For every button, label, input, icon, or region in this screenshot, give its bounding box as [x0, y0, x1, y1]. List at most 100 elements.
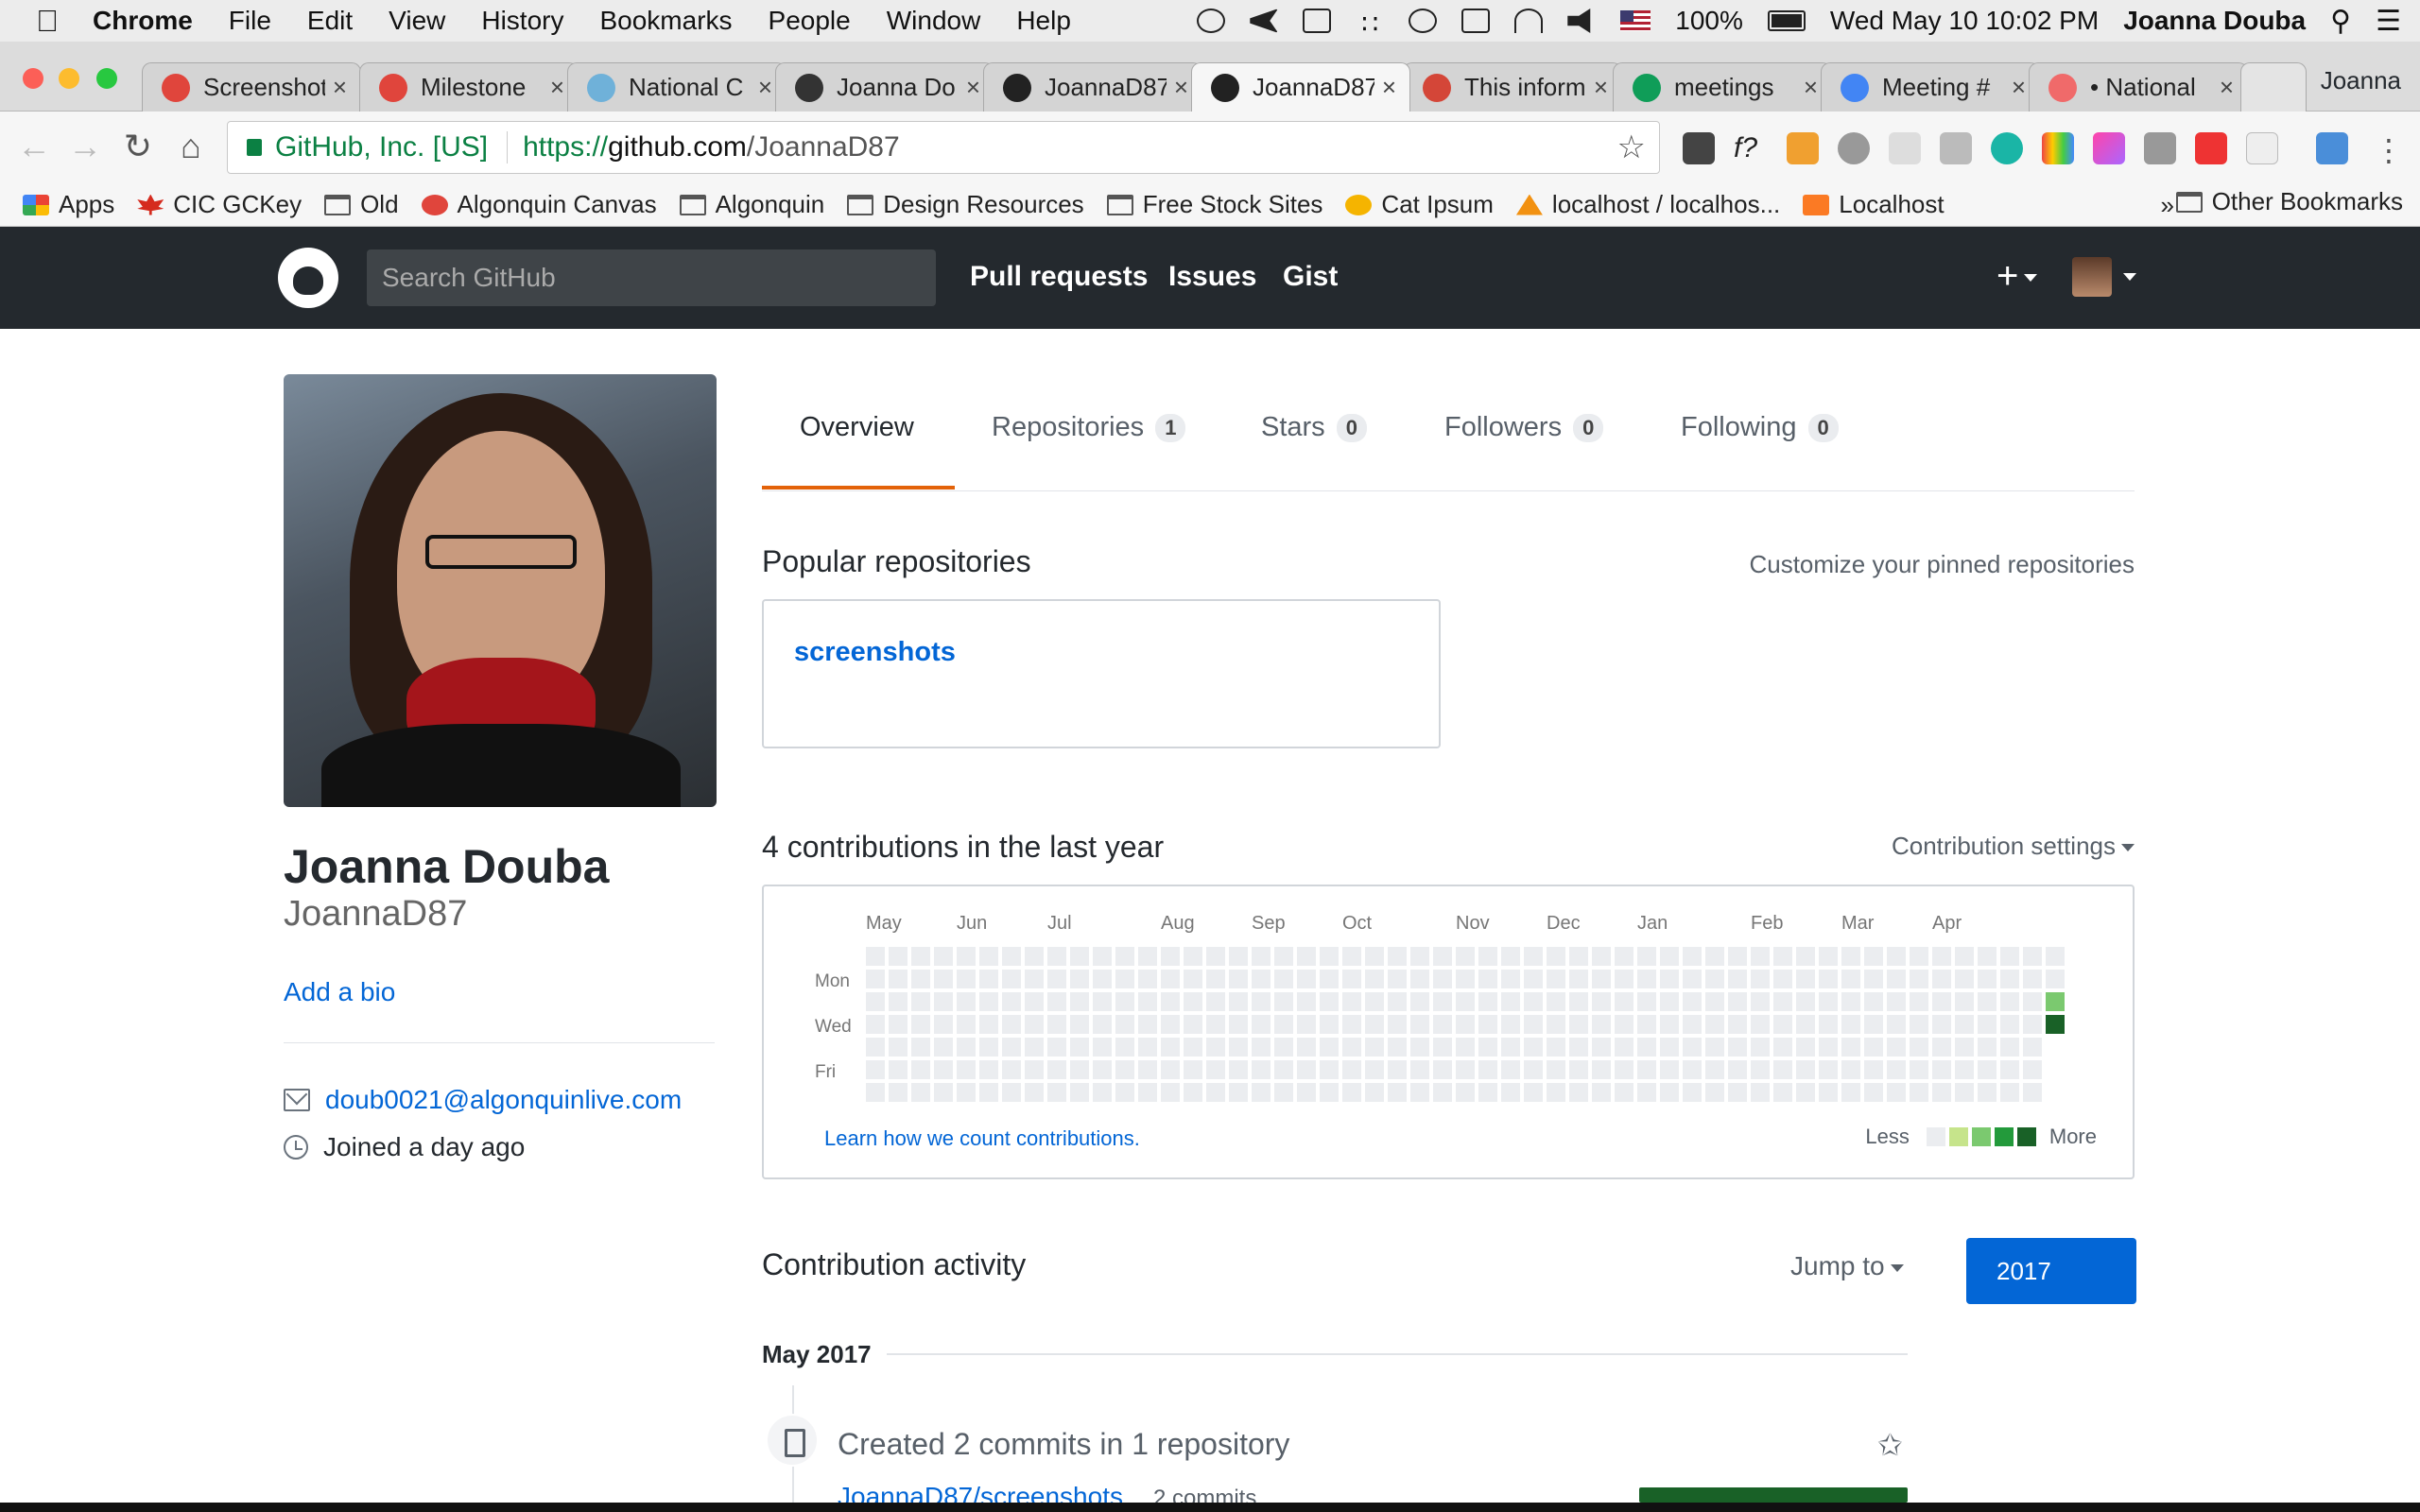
contribution-day[interactable]	[1229, 1038, 1248, 1057]
contribution-day[interactable]	[1637, 992, 1656, 1011]
contribution-day[interactable]	[1365, 1015, 1384, 1034]
menubar-user[interactable]: Joanna Douba	[2123, 6, 2306, 36]
contribution-day[interactable]	[1252, 1038, 1270, 1057]
contribution-day[interactable]	[1796, 1038, 1815, 1057]
contribution-day[interactable]	[1592, 992, 1611, 1011]
contribution-day[interactable]	[1728, 992, 1747, 1011]
contribution-day[interactable]	[1047, 992, 1066, 1011]
contribution-day[interactable]	[1478, 1015, 1497, 1034]
tab-following[interactable]: Following 0	[1681, 412, 1839, 443]
contribution-day[interactable]	[1864, 1015, 1883, 1034]
bookmark-item[interactable]: localhost / localhos...	[1515, 190, 1780, 219]
contribution-day[interactable]	[1841, 1060, 1860, 1079]
contribution-day[interactable]	[1274, 970, 1293, 988]
contribution-day[interactable]	[1841, 1038, 1860, 1057]
contribution-day[interactable]	[1070, 1038, 1089, 1057]
contribution-day[interactable]	[1229, 947, 1248, 966]
contribution-day[interactable]	[1206, 1060, 1225, 1079]
contribution-day[interactable]	[1932, 1060, 1951, 1079]
contribution-day[interactable]	[1705, 970, 1724, 988]
contribution-day[interactable]	[1751, 992, 1770, 1011]
contribution-day[interactable]	[1433, 970, 1452, 988]
contribution-day[interactable]	[1569, 1083, 1588, 1102]
contribution-day[interactable]	[1841, 947, 1860, 966]
browser-tab[interactable]: • National ×	[2029, 62, 2248, 112]
contribution-day[interactable]	[1592, 1038, 1611, 1057]
contribution-day[interactable]	[1524, 1038, 1543, 1057]
contribution-day[interactable]	[1705, 992, 1724, 1011]
browser-tab[interactable]: Meeting # ×	[1821, 62, 2040, 112]
contribution-day[interactable]	[1910, 970, 1928, 988]
contribution-day[interactable]	[1728, 970, 1747, 988]
contribution-day[interactable]	[1229, 1015, 1248, 1034]
contribution-day[interactable]	[1093, 970, 1112, 988]
learn-contributions-link[interactable]: Learn how we count contributions.	[824, 1126, 1140, 1151]
contribution-day[interactable]	[1093, 1015, 1112, 1034]
contribution-day[interactable]	[1683, 970, 1702, 988]
contribution-day[interactable]	[2023, 992, 2042, 1011]
contribution-day[interactable]	[1501, 947, 1520, 966]
contribution-day[interactable]	[1115, 947, 1134, 966]
contribution-day[interactable]	[1501, 1083, 1520, 1102]
contribution-day[interactable]	[1978, 1083, 1996, 1102]
zoom-window-button[interactable]	[96, 68, 117, 89]
browser-tab[interactable]: Joanna Do ×	[775, 62, 994, 112]
contribution-day[interactable]	[866, 1083, 885, 1102]
contribution-day[interactable]	[1728, 1015, 1747, 1034]
new-tab-button[interactable]	[2240, 62, 2307, 112]
contribution-day[interactable]	[1705, 1083, 1724, 1102]
menu-bookmarks[interactable]: Bookmarks	[599, 6, 732, 36]
contribution-day[interactable]	[1342, 1015, 1361, 1034]
contribution-day[interactable]	[1297, 992, 1316, 1011]
contribution-day[interactable]	[1501, 992, 1520, 1011]
contribution-day[interactable]	[2023, 947, 2042, 966]
contribution-day[interactable]	[1093, 1060, 1112, 1079]
contribution-day[interactable]	[1524, 970, 1543, 988]
contribution-day[interactable]	[2046, 1015, 2065, 1034]
contribution-day[interactable]	[1070, 1015, 1089, 1034]
contribution-day[interactable]	[1320, 1083, 1339, 1102]
contribution-day[interactable]	[1410, 1060, 1429, 1079]
nav-gist[interactable]: Gist	[1283, 261, 1338, 293]
bookmark-item[interactable]: Design Resources	[847, 190, 1084, 219]
contribution-day[interactable]	[1932, 947, 1951, 966]
contribution-day[interactable]	[1252, 947, 1270, 966]
contribution-day[interactable]	[1728, 1060, 1747, 1079]
contribution-day[interactable]	[1365, 947, 1384, 966]
contribution-day[interactable]	[1524, 1083, 1543, 1102]
contribution-day[interactable]	[1569, 947, 1588, 966]
contribution-day[interactable]	[2000, 992, 2019, 1011]
contribution-settings-dropdown[interactable]: Contribution settings	[1892, 832, 2135, 861]
contribution-day[interactable]	[1637, 1015, 1656, 1034]
evernote-extension-icon[interactable]	[1683, 132, 1715, 164]
contribution-day[interactable]	[1910, 1038, 1928, 1057]
contribution-day[interactable]	[1115, 992, 1134, 1011]
contribution-day[interactable]	[979, 1083, 998, 1102]
jump-to-dropdown[interactable]: Jump to	[1790, 1251, 1904, 1281]
contribution-day[interactable]	[1161, 992, 1180, 1011]
contribution-day[interactable]	[1093, 947, 1112, 966]
contribution-day[interactable]	[1887, 1015, 1906, 1034]
close-tab-icon[interactable]: ×	[2012, 73, 2026, 102]
colorzilla-extension-icon[interactable]	[2093, 132, 2125, 164]
contribution-day[interactable]	[1410, 992, 1429, 1011]
contribution-day[interactable]	[889, 947, 908, 966]
contribution-day[interactable]	[1388, 1015, 1407, 1034]
contribution-day[interactable]	[1184, 1060, 1202, 1079]
screen-capture-extension-icon[interactable]	[2316, 132, 2348, 164]
contribution-day[interactable]	[911, 992, 930, 1011]
contribution-day[interactable]	[1478, 1083, 1497, 1102]
lock-icon[interactable]	[247, 139, 262, 156]
contribution-day[interactable]	[1410, 970, 1429, 988]
profile-avatar[interactable]	[284, 374, 717, 807]
contribution-day[interactable]	[1206, 970, 1225, 988]
other-bookmarks[interactable]: Other Bookmarks	[2175, 187, 2403, 216]
contribution-day[interactable]	[1705, 1015, 1724, 1034]
contribution-day[interactable]	[957, 1038, 976, 1057]
contribution-day[interactable]	[1025, 947, 1044, 966]
bookmark-item[interactable]: Old	[324, 190, 399, 219]
contribution-day[interactable]	[1683, 1038, 1702, 1057]
contribution-day[interactable]	[1660, 970, 1679, 988]
contribution-day[interactable]	[1751, 970, 1770, 988]
contribution-day[interactable]	[1138, 947, 1157, 966]
